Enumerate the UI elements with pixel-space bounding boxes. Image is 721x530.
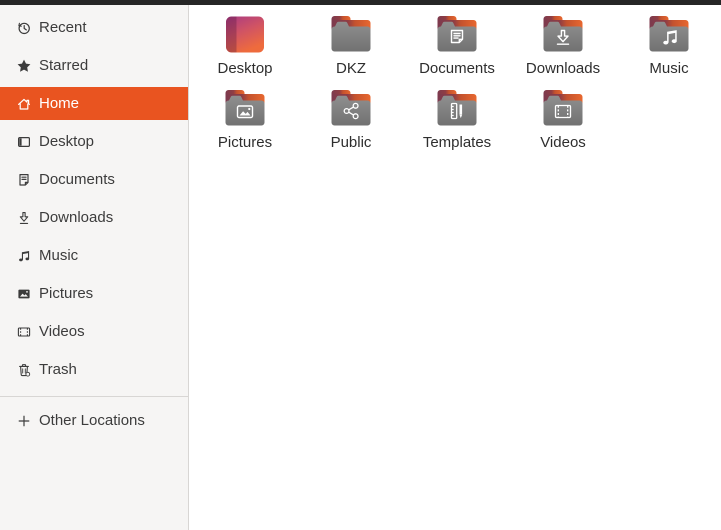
sidebar-places-list: Recent Starred Home Desktop Documents Do… xyxy=(0,11,188,391)
sidebar-footer-list: Other Locations xyxy=(0,404,188,442)
recent-icon xyxy=(15,19,32,36)
home-icon xyxy=(15,95,32,112)
sidebar-item-desktop[interactable]: Desktop xyxy=(0,125,188,158)
files-view[interactable]: Desktop DKZ Documents Downloads Music Pi… xyxy=(189,5,721,530)
sidebar-item-pictures[interactable]: Pictures xyxy=(0,277,188,310)
file-grid: Desktop DKZ Documents Downloads Music Pi… xyxy=(192,10,721,152)
videos-icon xyxy=(15,323,32,340)
sidebar-item-label: Pictures xyxy=(39,285,94,302)
file-public[interactable]: Public xyxy=(298,84,404,152)
sidebar: Recent Starred Home Desktop Documents Do… xyxy=(0,5,189,530)
file-label: DKZ xyxy=(336,60,366,77)
file-dkz[interactable]: DKZ xyxy=(298,10,404,78)
folder-pictures-icon xyxy=(221,84,269,132)
sidebar-item-recent[interactable]: Recent xyxy=(0,11,188,44)
desktop-icon xyxy=(15,133,32,150)
file-manager-window: Recent Starred Home Desktop Documents Do… xyxy=(0,5,721,530)
file-documents[interactable]: Documents xyxy=(404,10,510,78)
sidebar-item-trash[interactable]: Trash xyxy=(0,353,188,386)
file-pictures[interactable]: Pictures xyxy=(192,84,298,152)
desktop-special-icon xyxy=(221,10,269,58)
sidebar-item-label: Trash xyxy=(39,361,77,378)
folder-public-icon xyxy=(327,84,375,132)
pictures-icon xyxy=(15,285,32,302)
sidebar-separator xyxy=(0,396,188,397)
file-music[interactable]: Music xyxy=(616,10,721,78)
sidebar-item-label: Music xyxy=(39,247,79,264)
file-label: Public xyxy=(330,134,372,151)
file-label: Templates xyxy=(422,134,492,151)
file-label: Desktop xyxy=(217,60,273,77)
file-templates[interactable]: Templates xyxy=(404,84,510,152)
folder-downloads-icon xyxy=(539,10,587,58)
file-desktop[interactable]: Desktop xyxy=(192,10,298,78)
sidebar-item-home[interactable]: Home xyxy=(0,87,188,120)
file-videos[interactable]: Videos xyxy=(510,84,616,152)
sidebar-item-label: Home xyxy=(39,95,80,112)
folder-icon xyxy=(327,10,375,58)
folder-templates-icon xyxy=(433,84,481,132)
sidebar-item-other-locations[interactable]: Other Locations xyxy=(0,404,188,437)
sidebar-item-label: Documents xyxy=(39,171,115,188)
sidebar-item-music[interactable]: Music xyxy=(0,239,188,272)
documents-icon xyxy=(15,171,32,188)
file-label: Documents xyxy=(419,60,495,77)
file-label: Pictures xyxy=(217,134,273,151)
file-label: Downloads xyxy=(525,60,601,77)
trash-icon xyxy=(15,361,32,378)
sidebar-item-label: Recent xyxy=(39,19,87,36)
folder-music-icon xyxy=(645,10,693,58)
sidebar-item-downloads[interactable]: Downloads xyxy=(0,201,188,234)
sidebar-item-label: Videos xyxy=(39,323,85,340)
sidebar-item-label: Desktop xyxy=(39,133,95,150)
downloads-icon xyxy=(15,209,32,226)
sidebar-item-videos[interactable]: Videos xyxy=(0,315,188,348)
sidebar-item-starred[interactable]: Starred xyxy=(0,49,188,82)
file-label: Videos xyxy=(540,134,586,151)
folder-videos-icon xyxy=(539,84,587,132)
folder-documents-icon xyxy=(433,10,481,58)
file-downloads[interactable]: Downloads xyxy=(510,10,616,78)
sidebar-item-documents[interactable]: Documents xyxy=(0,163,188,196)
file-label: Music xyxy=(649,60,689,77)
sidebar-item-label: Downloads xyxy=(39,209,114,226)
plus-icon xyxy=(15,412,32,429)
star-icon xyxy=(15,57,32,74)
sidebar-item-label: Starred xyxy=(39,57,89,74)
sidebar-item-label: Other Locations xyxy=(39,412,145,429)
music-icon xyxy=(15,247,32,264)
